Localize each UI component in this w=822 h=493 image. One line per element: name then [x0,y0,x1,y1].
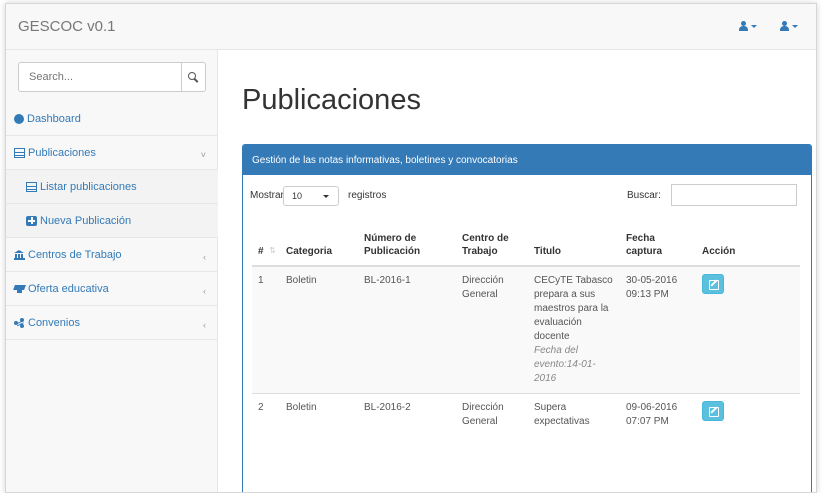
sidebar-item-label: Centros de Trabajo [28,248,122,261]
panel-heading: Gestión de las notas informativas, bolet… [243,145,811,175]
cell-fecha: 30-05-2016 09:13 PM [620,265,696,394]
share-icon [14,318,25,328]
search-button[interactable] [181,63,205,91]
caret-down-icon [792,24,798,28]
sidebar-item-label: Convenios [28,316,80,329]
search-icon [188,71,199,83]
column-header-numero[interactable]: Número de Publicación [358,227,456,267]
column-header-categoria[interactable]: Categoria [280,227,358,267]
cell-numero: BL-2016-1 [358,265,456,394]
column-header-fecha[interactable]: Fecha captura [620,227,696,267]
chevron-left-icon: ‹ [203,252,206,262]
column-header-centro[interactable]: Centro de Trabajo [456,227,528,267]
sidebar-search [18,62,206,92]
user-icon [780,21,789,31]
page-title: Publicaciones [242,84,421,116]
brand-title[interactable]: GESCOC v0.1 [18,18,116,35]
table-search-input[interactable] [671,184,797,206]
bank-icon [14,249,25,260]
alerts-dropdown[interactable] [739,21,757,31]
table-icon [14,147,25,158]
sidebar-item-label: Oferta educativa [28,282,109,295]
sidebar-item-label: Dashboard [27,112,81,125]
search-input[interactable] [19,63,181,91]
sidebar-item-oferta-educativa[interactable]: Oferta educativa ‹ [6,272,218,306]
records-label: registros [348,190,387,201]
sidebar-item-dashboard[interactable]: Dashboard [6,102,218,136]
cell-fecha: 09-06-2016 07:07 PM [620,393,696,436]
top-navbar: GESCOC v0.1 [6,4,816,50]
column-header-accion[interactable]: Acción [696,227,800,267]
main-content: Publicaciones Gestión de las notas infor… [218,50,816,492]
sidebar-item-label: Nueva Publicación [40,214,132,227]
edit-button[interactable] [702,401,724,421]
app-window: GESCOC v0.1 Dashboard Publicaciones [5,3,817,493]
chevron-left-icon: ‹ [203,286,206,296]
edit-button[interactable] [702,274,724,294]
cell-accion [696,393,800,436]
sidebar-item-convenios[interactable]: Convenios ‹ [6,306,218,340]
cell-categoria: Boletin [280,393,358,436]
table-row: 1 Boletin BL-2016-1 Dirección General CE… [252,265,800,394]
column-header-num[interactable]: # ⇅ [252,227,280,267]
page-size-select[interactable]: 10 [283,186,339,206]
cell-num: 1 [252,265,280,394]
show-label: Mostrar [250,190,284,201]
publications-panel: Gestión de las notas informativas, bolet… [242,144,812,492]
cell-num: 2 [252,393,280,436]
cell-categoria: Boletin [280,265,358,394]
search-label: Buscar: [627,190,661,201]
cell-titulo: Supera expectativas [528,393,620,436]
user-dropdown[interactable] [780,21,798,31]
titulo-text: CECyTE Tabasco prepara a sus maestros pa… [534,275,613,342]
cell-centro: Dirección General [456,393,528,436]
table-header-row: # ⇅ Categoria Número de Publicación Centr… [252,227,800,267]
sidebar-item-centros-de-trabajo[interactable]: Centros de Trabajo ‹ [6,238,218,272]
cell-centro: Dirección General [456,265,528,394]
publications-table: # ⇅ Categoria Número de Publicación Centr… [252,227,800,436]
column-header-titulo[interactable]: Titulo [528,227,620,267]
cell-numero: BL-2016-2 [358,393,456,436]
plus-square-icon [26,215,37,226]
sidebar-item-label: Publicaciones [28,146,96,159]
sidebar-item-nueva-publicacion[interactable]: Nueva Publicación [6,204,218,238]
dashboard-icon [14,113,24,124]
sidebar-menu: Dashboard Publicaciones ˅ Listar publica… [6,102,218,340]
caret-down-icon [751,24,757,28]
chevron-left-icon: ‹ [203,320,206,330]
graduation-cap-icon [14,284,25,294]
sidebar-item-publicaciones[interactable]: Publicaciones ˅ [6,136,218,170]
sidebar: Dashboard Publicaciones ˅ Listar publica… [6,50,218,492]
event-date: Fecha del evento:14-01-2016 [534,345,596,384]
caret-down-icon [323,195,329,198]
user-icon [739,21,748,31]
table-icon [26,181,37,192]
cell-accion [696,265,800,394]
sidebar-item-listar-publicaciones[interactable]: Listar publicaciones [6,170,218,204]
sidebar-item-label: Listar publicaciones [40,180,137,193]
chevron-down-icon: ˅ [200,150,206,160]
titulo-text: Supera expectativas [534,402,590,427]
table-controls: Mostrar 10 registros Buscar: [243,175,811,215]
sort-icon: ⇅ [269,246,276,255]
cell-titulo: CECyTE Tabasco prepara a sus maestros pa… [528,265,620,394]
page-size-value: 10 [292,191,303,201]
table-row: 2 Boletin BL-2016-2 Dirección General Su… [252,393,800,436]
